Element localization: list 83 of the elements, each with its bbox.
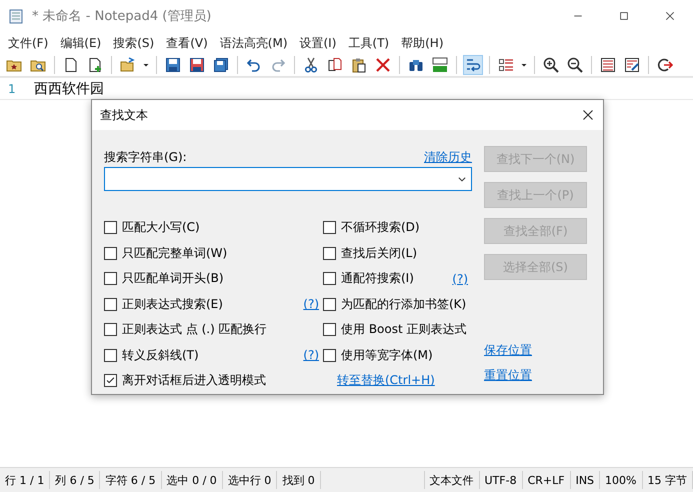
window-title: * 未命名 - Notepad4 (管理员) — [32, 8, 212, 25]
exit-icon[interactable] — [657, 57, 673, 73]
position-link[interactable]: 重置位置 — [484, 367, 587, 384]
paste-icon[interactable] — [351, 57, 367, 73]
option-label[interactable]: 只匹配完整单词(W) — [122, 244, 228, 262]
menu-item[interactable]: 语法高亮(M) — [214, 34, 294, 52]
caret-icon[interactable] — [142, 61, 150, 69]
new-file-plus-icon[interactable] — [87, 57, 103, 73]
menu-item[interactable]: 工具(T) — [342, 34, 396, 52]
option-label[interactable]: 离开对话框后进入透明模式 — [122, 372, 266, 390]
status-text: 字符 6 / 5 — [105, 472, 156, 488]
option-label[interactable]: 转义反斜线(T) — [122, 346, 199, 364]
color-scheme-icon[interactable] — [498, 57, 514, 73]
checkbox[interactable] — [104, 221, 117, 234]
zoom-out-icon[interactable] — [567, 57, 583, 73]
position-link[interactable]: 保存位置 — [484, 342, 587, 359]
status-text: 文本文件 — [430, 472, 474, 488]
goto-replace-link[interactable]: 转至替换(Ctrl+H) — [337, 372, 435, 390]
status-text: 选中行 0 — [228, 472, 272, 488]
status-text: 15 字节 — [648, 472, 687, 488]
help-link[interactable]: (?) — [452, 272, 468, 286]
help-link[interactable]: (?) — [303, 297, 319, 312]
option-label[interactable]: 正则表达式 点 (.) 匹配换行 — [122, 321, 267, 338]
checkbox[interactable] — [104, 348, 117, 362]
new-file-icon[interactable] — [63, 57, 79, 73]
option-label[interactable]: 通配符搜索(I) — [341, 270, 414, 288]
edit-document-icon[interactable] — [624, 57, 640, 73]
status-text: 行 1 / 1 — [5, 472, 44, 488]
checkbox[interactable] — [104, 272, 117, 286]
status-text: 列 6 / 5 — [55, 472, 94, 488]
option-label[interactable]: 正则表达式搜索(E) — [122, 296, 223, 313]
checkbox[interactable] — [104, 246, 117, 260]
delete-icon[interactable] — [375, 57, 391, 73]
option-label[interactable]: 使用等宽字体(M) — [341, 346, 433, 364]
caret-icon[interactable] — [520, 61, 528, 69]
clear-history-link[interactable]: 清除历史 — [424, 148, 472, 166]
checkbox[interactable] — [323, 221, 336, 234]
menu-item[interactable]: 帮助(H) — [395, 34, 450, 52]
option-label[interactable]: 查找后关闭(L) — [341, 244, 418, 262]
option-label[interactable]: 为匹配的行添加书签(K) — [341, 296, 466, 313]
undo-icon[interactable] — [246, 57, 262, 73]
option-label[interactable]: 使用 Boost 正则表达式 — [341, 321, 467, 338]
maximize-icon[interactable] — [618, 10, 630, 22]
option-label[interactable]: 匹配大小写(C) — [122, 219, 200, 236]
checkbox[interactable] — [104, 323, 117, 336]
help-link[interactable]: (?) — [303, 348, 319, 362]
menu-item[interactable]: 编辑(E) — [54, 34, 108, 52]
status-text: 找到 0 — [282, 472, 315, 488]
checkbox[interactable] — [323, 298, 336, 311]
close-icon[interactable] — [582, 109, 594, 121]
option-label[interactable]: 只匹配单词开头(B) — [122, 270, 224, 288]
status-text: CR+LF — [528, 474, 565, 486]
checkbox[interactable] — [323, 272, 336, 286]
save-icon[interactable] — [165, 57, 181, 73]
option-label[interactable]: 不循环搜索(D) — [341, 219, 420, 236]
zoom-in-icon[interactable] — [543, 57, 559, 73]
copy-icon[interactable] — [327, 57, 343, 73]
menu-item[interactable]: 查看(V) — [160, 34, 214, 52]
checkbox[interactable] — [104, 374, 117, 388]
save-all-icon[interactable] — [213, 57, 229, 73]
close-icon[interactable] — [664, 10, 676, 22]
menu-item[interactable]: 搜索(S) — [107, 34, 160, 52]
search-label: 搜索字符串(G): — [104, 148, 187, 166]
menu-item[interactable]: 文件(F) — [2, 34, 54, 52]
checkbox[interactable] — [323, 246, 336, 260]
editor-text: 西西软件园 — [33, 80, 104, 98]
status-text: 100% — [605, 474, 636, 486]
dialog-title: 查找文本 — [100, 106, 149, 124]
line-number: 1 — [7, 82, 17, 96]
lines-icon[interactable] — [600, 57, 616, 73]
search-combobox[interactable] — [104, 167, 472, 191]
status-text: UTF-8 — [484, 474, 517, 486]
checkbox[interactable] — [104, 298, 117, 311]
checkbox[interactable] — [323, 348, 336, 362]
menu-item[interactable]: 设置(I) — [294, 34, 342, 52]
status-text: INS — [576, 474, 594, 486]
save-as-icon[interactable] — [189, 57, 205, 73]
word-wrap-icon[interactable] — [465, 57, 481, 73]
scissors-icon[interactable] — [303, 57, 319, 73]
checkbox[interactable] — [323, 323, 336, 336]
status-text: 选中 0 / 0 — [166, 472, 217, 488]
open-folder-icon[interactable] — [120, 57, 136, 73]
notepad-icon — [8, 7, 24, 25]
